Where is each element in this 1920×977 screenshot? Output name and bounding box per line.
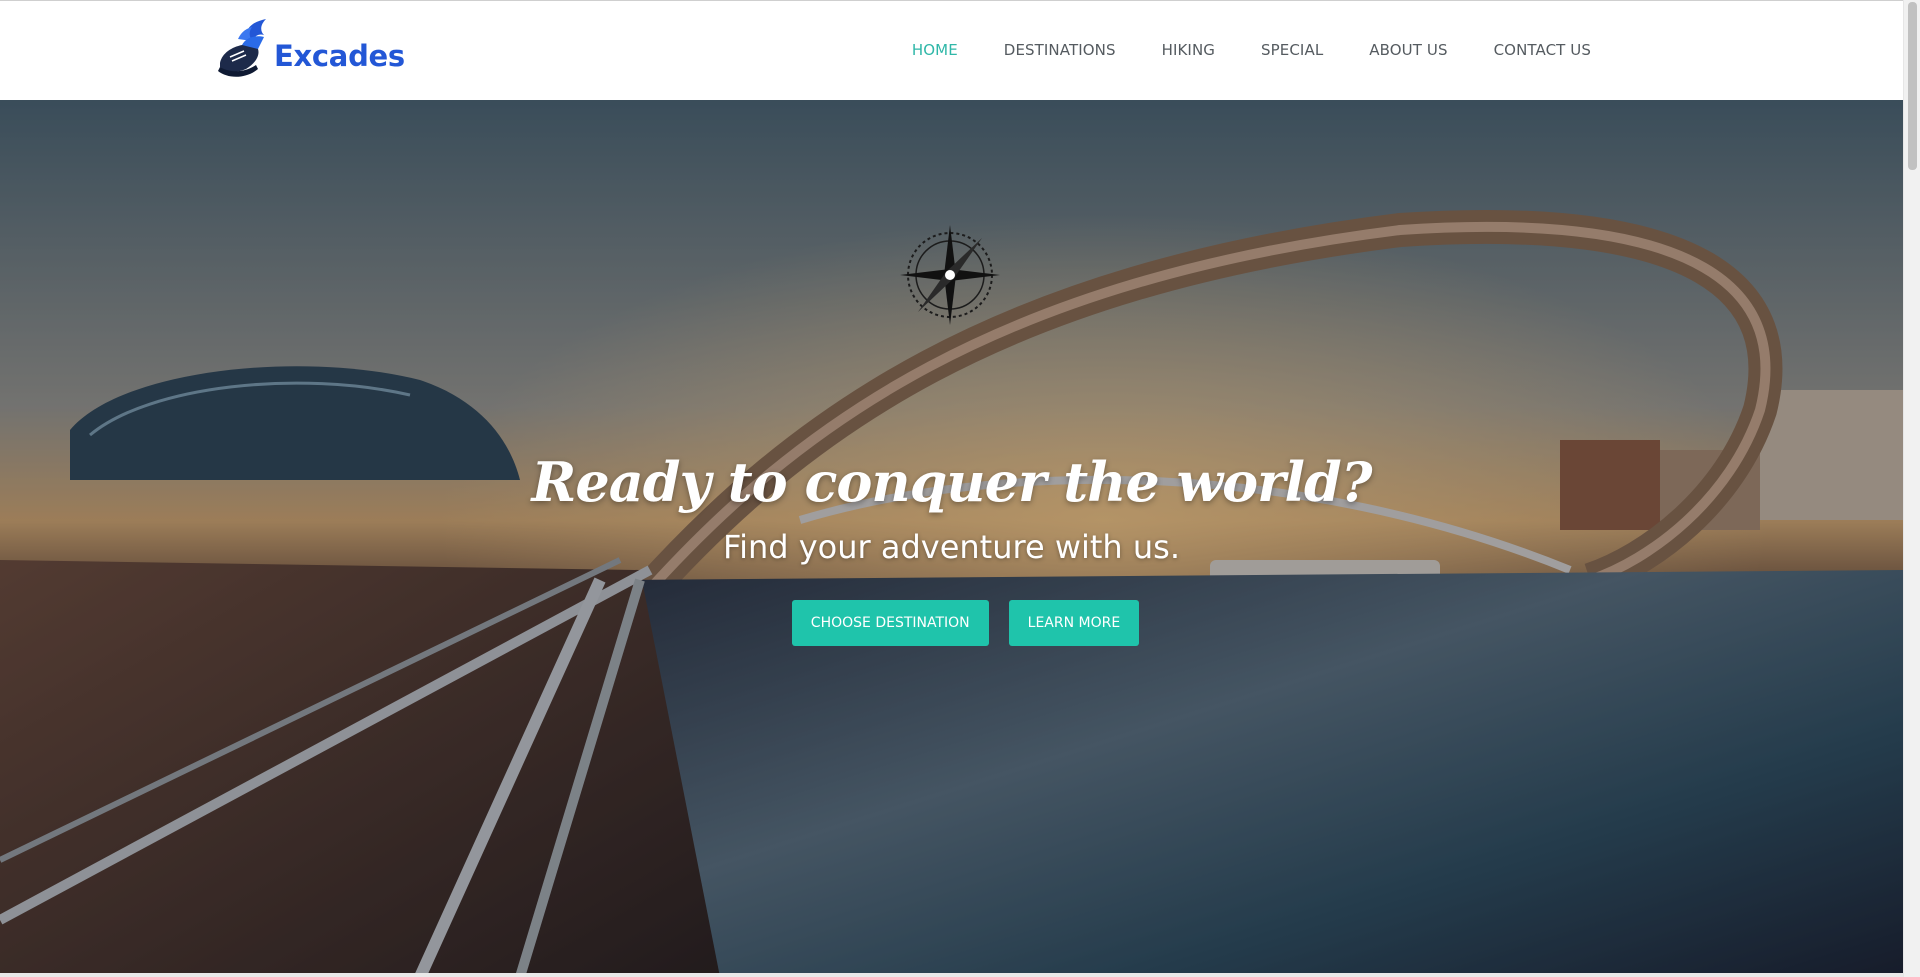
- hero-subtitle: Find your adventure with us.: [722, 528, 1180, 566]
- nav-item-contact-us[interactable]: CONTACT US: [1494, 41, 1591, 59]
- hero-title: Ready to conquer the world?: [531, 450, 1373, 514]
- brand-logo[interactable]: Excades: [216, 19, 405, 79]
- site-header: Excades HOME DESTINATIONS HIKING SPECIAL…: [0, 0, 1903, 100]
- scrollbar-thumb[interactable]: [1908, 2, 1917, 170]
- nav-item-special[interactable]: SPECIAL: [1261, 41, 1323, 59]
- brand-name: Excades: [274, 39, 405, 73]
- nav-item-hiking[interactable]: HIKING: [1162, 41, 1215, 59]
- running-shoe-icon: [218, 19, 266, 77]
- nav-item-home[interactable]: HOME: [912, 41, 958, 59]
- hero-actions: CHOOSE DESTINATION LEARN MORE: [0, 600, 1903, 646]
- nav-item-about-us[interactable]: ABOUT US: [1369, 41, 1447, 59]
- compass-icon: [900, 225, 1000, 325]
- hero-section: Ready to conquer the world? Find your ad…: [0, 100, 1903, 977]
- vertical-scrollbar[interactable]: [1903, 0, 1920, 977]
- nav-item-destinations[interactable]: DESTINATIONS: [1004, 41, 1116, 59]
- horizontal-scrollbar[interactable]: [0, 973, 1903, 977]
- learn-more-button[interactable]: LEARN MORE: [1008, 600, 1140, 646]
- main-nav: HOME DESTINATIONS HIKING SPECIAL ABOUT U…: [912, 41, 1591, 59]
- choose-destination-button[interactable]: CHOOSE DESTINATION: [791, 600, 989, 646]
